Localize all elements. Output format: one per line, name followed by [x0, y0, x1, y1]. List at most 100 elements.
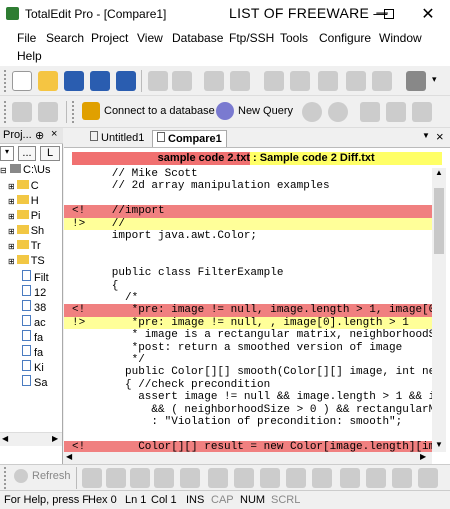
- tool-icon[interactable]: [180, 468, 200, 488]
- tool-icon[interactable]: [154, 468, 174, 488]
- print-icon[interactable]: [148, 71, 168, 91]
- menu-configure[interactable]: Configure: [319, 31, 371, 45]
- file-icon: [22, 345, 31, 356]
- save-as-icon[interactable]: [90, 71, 110, 91]
- menu-help[interactable]: Help: [17, 49, 42, 63]
- tree-item[interactable]: ac: [22, 315, 46, 330]
- refresh-button[interactable]: Refresh: [14, 469, 71, 483]
- tree-item[interactable]: ⊟ C:\Us: [0, 164, 51, 179]
- code-line: assert image != null && image.length > 1…: [64, 391, 432, 403]
- tool-icon[interactable]: [340, 468, 360, 488]
- scrollbar-thumb[interactable]: [434, 188, 444, 254]
- tree-item[interactable]: 12: [22, 285, 46, 300]
- redo-icon[interactable]: [230, 71, 250, 91]
- menu-search[interactable]: Search: [46, 31, 84, 45]
- undo-icon[interactable]: [204, 71, 224, 91]
- toolbar-grip[interactable]: [4, 70, 7, 92]
- tool-icon[interactable]: [260, 468, 280, 488]
- toolbar-overflow-icon[interactable]: ▾: [432, 74, 437, 85]
- editor-horizontal-scrollbar[interactable]: ◀ ▶: [64, 452, 432, 464]
- folder-icon: [16, 180, 29, 189]
- list-icon[interactable]: [38, 102, 58, 122]
- code-line: import java.awt.Color;: [64, 230, 432, 242]
- replace-icon[interactable]: [372, 71, 392, 91]
- tool-icon[interactable]: [418, 468, 438, 488]
- pin-icon[interactable]: ⊕: [35, 129, 44, 142]
- new-file-icon[interactable]: [12, 71, 32, 91]
- menu-database[interactable]: Database: [172, 31, 223, 45]
- menu-window[interactable]: Window: [379, 31, 422, 45]
- code-line: /*: [64, 292, 432, 304]
- save-icon[interactable]: [64, 71, 84, 91]
- run-query-icon[interactable]: [302, 102, 322, 122]
- copy-icon[interactable]: [290, 71, 310, 91]
- toolbar-separator: [66, 101, 67, 123]
- menu-ftp-ssh[interactable]: Ftp/SSH: [229, 31, 274, 45]
- tool-icon[interactable]: [130, 468, 150, 488]
- menu-file[interactable]: File: [17, 31, 36, 45]
- toolbar-grip[interactable]: [72, 101, 75, 123]
- tree-item[interactable]: ⊞ Pi: [8, 210, 40, 225]
- export-icon[interactable]: [412, 102, 432, 122]
- code-text: {: [92, 279, 119, 292]
- file-icon: [22, 315, 31, 326]
- diff-marker: <!: [72, 304, 86, 317]
- print-preview-icon[interactable]: [172, 71, 192, 91]
- tool-icon[interactable]: [106, 468, 126, 488]
- paste-icon[interactable]: [318, 71, 338, 91]
- panel-close-icon[interactable]: ×: [51, 128, 57, 140]
- code-text: /*: [92, 292, 139, 304]
- save-all-icon[interactable]: [116, 71, 136, 91]
- tool-icon[interactable]: [82, 468, 102, 488]
- tool-icon[interactable]: [366, 468, 386, 488]
- tab-list-icon[interactable]: ▼: [422, 131, 430, 140]
- tab-untitled1[interactable]: Untitled1: [86, 130, 149, 147]
- tree-item[interactable]: fa: [22, 330, 43, 345]
- toolbar-grip[interactable]: [4, 101, 7, 123]
- editor-vertical-scrollbar[interactable]: ▲ ▼: [432, 168, 446, 452]
- tool-icon[interactable]: [286, 468, 306, 488]
- stop-query-icon[interactable]: [328, 102, 348, 122]
- menu-project[interactable]: Project: [91, 31, 128, 45]
- code-text: : "Violation of precondition: smooth";: [92, 416, 403, 428]
- path-dropdown[interactable]: ▾: [0, 146, 14, 161]
- connect-database-button[interactable]: Connect to a database: [82, 102, 215, 120]
- cut-icon[interactable]: [264, 71, 284, 91]
- code-text: *post: return a smoothed version of imag…: [92, 341, 403, 354]
- file-icon: [22, 330, 31, 341]
- tool-icon[interactable]: [392, 468, 412, 488]
- folder-icon: [16, 225, 29, 234]
- up-folder-button[interactable]: L: [40, 146, 60, 161]
- code-line: {: [64, 280, 432, 292]
- open-folder-icon[interactable]: [38, 71, 58, 91]
- tool-icon[interactable]: [208, 468, 228, 488]
- tree-item[interactable]: fa: [22, 345, 43, 360]
- commit-icon[interactable]: [360, 102, 380, 122]
- rollback-icon[interactable]: [386, 102, 406, 122]
- tree-item[interactable]: Ki: [22, 360, 44, 375]
- tree-item[interactable]: ⊞ Sh: [8, 225, 44, 240]
- tab-close-icon[interactable]: ×: [436, 129, 444, 144]
- menu-view[interactable]: View: [137, 31, 163, 45]
- grid-icon[interactable]: [12, 102, 32, 122]
- tree-item[interactable]: ⊞ TS: [8, 255, 45, 270]
- tree-item[interactable]: ⊞ C: [8, 180, 39, 195]
- find-icon[interactable]: [346, 71, 366, 91]
- tree-item[interactable]: ⊞ Tr: [8, 240, 41, 255]
- tool-icon[interactable]: [234, 468, 254, 488]
- code-area[interactable]: // Mike Scott // 2d array manipulation e…: [64, 168, 432, 452]
- menu-tools[interactable]: Tools: [280, 31, 308, 45]
- close-button[interactable]: ✕: [405, 0, 450, 28]
- tool-icon[interactable]: [312, 468, 332, 488]
- tree-item[interactable]: Filt: [22, 270, 49, 285]
- tree-item[interactable]: ⊞ H: [8, 195, 39, 210]
- tools-icon[interactable]: [406, 71, 426, 91]
- tree-horizontal-scrollbar[interactable]: ◀ ▶: [0, 432, 62, 446]
- tree-item[interactable]: 38: [22, 300, 46, 315]
- new-query-button[interactable]: New Query: [216, 102, 293, 120]
- tree-item[interactable]: Sa: [22, 375, 47, 390]
- code-line: !> //: [64, 217, 432, 230]
- tab-compare1[interactable]: Compare1: [152, 130, 227, 147]
- toolbar-grip[interactable]: [4, 467, 7, 489]
- browse-button[interactable]: ...: [18, 146, 36, 161]
